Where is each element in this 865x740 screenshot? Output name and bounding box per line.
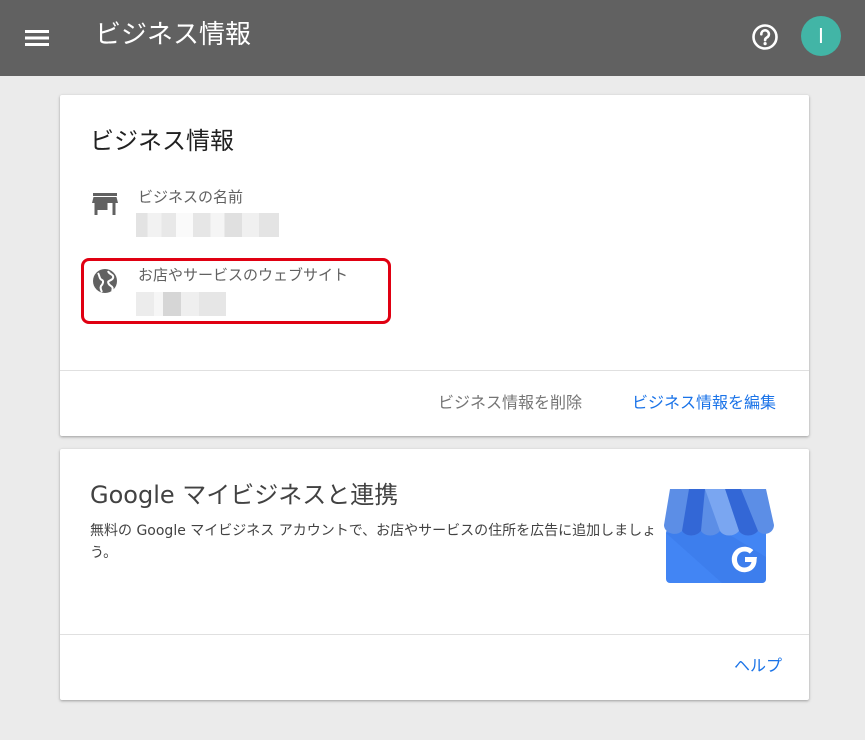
app-bar: ビジネス情報 I — [0, 0, 865, 76]
help-circle-icon — [752, 24, 778, 50]
business-name-value — [136, 213, 279, 237]
storefront-icon — [92, 193, 118, 215]
help-link[interactable]: ヘルプ — [734, 655, 782, 677]
avatar[interactable]: I — [801, 16, 841, 56]
menu-icon — [25, 30, 49, 46]
help-button[interactable] — [749, 21, 781, 53]
card-title: Google マイビジネスと連携 — [90, 481, 399, 509]
globe-icon — [93, 269, 117, 293]
edit-business-info-button[interactable]: ビジネス情報を編集 — [632, 392, 776, 414]
google-my-business-card: Google マイビジネスと連携 無料の Google マイビジネス アカウント… — [60, 449, 809, 700]
google-my-business-icon — [664, 489, 774, 583]
card-description: 無料の Google マイビジネス アカウントで、お店やサービスの住所を広告に追… — [90, 523, 657, 561]
business-name-label: ビジネスの名前 — [138, 188, 244, 206]
card-title: ビジネス情報 — [90, 127, 234, 155]
menu-button[interactable] — [20, 22, 54, 54]
business-info-card: ビジネス情報 ビジネスの名前 お店やサービスのウェブサイト ビジネス情報を削除 … — [60, 95, 809, 436]
card-divider — [60, 370, 809, 371]
card-divider — [60, 634, 809, 635]
website-label: お店やサービスのウェブサイト — [138, 266, 349, 284]
website-value — [136, 292, 226, 316]
delete-business-info-button[interactable]: ビジネス情報を削除 — [438, 392, 582, 414]
page-title: ビジネス情報 — [95, 20, 252, 50]
